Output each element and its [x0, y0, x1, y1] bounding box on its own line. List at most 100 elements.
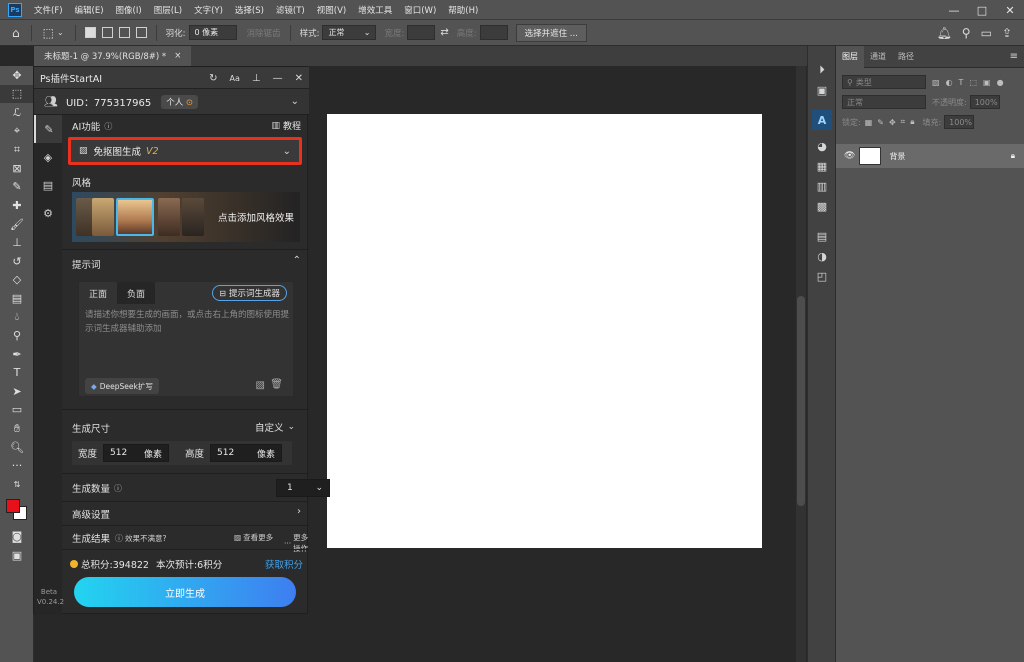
frame-tool-icon[interactable]: ⊠: [0, 159, 34, 178]
swap-icon[interactable]: ⇄: [440, 27, 448, 38]
workspace-icon[interactable]: ▭: [981, 26, 992, 40]
generate-button[interactable]: 立即生成: [74, 577, 296, 607]
add-selection-icon[interactable]: [101, 27, 113, 38]
clone-stamp-icon[interactable]: ⊥: [0, 233, 34, 252]
chevron-right-icon[interactable]: ›: [297, 506, 301, 517]
properties-panel-icon[interactable]: ▤: [808, 226, 836, 246]
intersect-selection-icon[interactable]: [135, 27, 147, 38]
prompt-input[interactable]: 请描述你想要生成的画面，或点击右上角的图标使用提示词生成器辅助添加: [85, 308, 291, 336]
share-icon[interactable]: ⇪: [1002, 26, 1012, 40]
opacity-input[interactable]: 100%: [969, 95, 1000, 109]
eraser-tool-icon[interactable]: ◇: [0, 271, 34, 290]
prompt-generator-button[interactable]: ⊟ 提示词生成器: [212, 285, 287, 301]
marquee-tool-icon[interactable]: ⬚: [43, 26, 54, 40]
menu-item[interactable]: 增效工具: [352, 0, 398, 20]
count-select[interactable]: 1 ⌄: [276, 479, 330, 497]
menu-item[interactable]: 文件(F): [28, 0, 69, 20]
menu-item[interactable]: 图层(L): [148, 0, 188, 20]
antialias-checkbox[interactable]: 消除锯齿: [247, 27, 281, 39]
tutorial-link[interactable]: ▥ 教程: [271, 119, 301, 133]
view-more-link[interactable]: ▨ 查看更多: [234, 532, 273, 543]
scrollbar-thumb[interactable]: [797, 296, 805, 506]
eyedropper-tool-icon[interactable]: ✎: [0, 178, 34, 197]
history-panel-icon[interactable]: ⏵: [808, 60, 836, 80]
layers-icon[interactable]: ◈: [34, 143, 62, 171]
zoom-tool-icon[interactable]: 🔍︎: [0, 438, 34, 457]
layer-filter-select[interactable]: ⚲ 类型: [842, 75, 926, 89]
lock-pixels-icon[interactable]: ▦: [865, 118, 873, 127]
maximize-button[interactable]: □: [968, 4, 996, 17]
bell-icon[interactable]: 🔔︎: [937, 26, 952, 40]
menu-item[interactable]: 文字(Y): [188, 0, 229, 20]
filter-toggle-icon[interactable]: ●: [997, 78, 1004, 87]
trash-icon[interactable]: 🗑︎: [270, 379, 283, 390]
eye-icon[interactable]: 👁︎: [844, 151, 855, 161]
info-icon[interactable]: ⓘ: [114, 483, 122, 494]
home-icon[interactable]: ⌂: [12, 26, 20, 40]
tab-paths[interactable]: 路径: [892, 46, 920, 68]
lasso-tool-icon[interactable]: ℒ: [0, 103, 34, 122]
chevron-down-icon[interactable]: ⌄: [291, 96, 299, 107]
menu-item[interactable]: 滤镜(T): [270, 0, 311, 20]
fill-input[interactable]: 100%: [944, 115, 975, 129]
style-banner[interactable]: 点击添加风格效果: [72, 192, 300, 242]
libraries-panel-icon[interactable]: ◰: [808, 266, 836, 286]
startai-panel-icon[interactable]: A: [812, 110, 832, 130]
layer-row-background[interactable]: 👁︎ 背景 🔒︎: [836, 144, 1024, 168]
pixel-filter-icon[interactable]: ▨: [932, 78, 940, 87]
new-selection-icon[interactable]: [84, 27, 96, 38]
adjustments-panel-icon[interactable]: ◑: [808, 246, 836, 266]
panel-menu-icon[interactable]: ≡: [1010, 51, 1018, 62]
pin-icon[interactable]: ⊥: [252, 73, 261, 84]
subtract-selection-icon[interactable]: [118, 27, 130, 38]
refresh-icon[interactable]: ↻: [209, 73, 217, 84]
chevron-down-icon[interactable]: ⌄: [57, 28, 64, 37]
lock-all-icon[interactable]: 🔒︎: [910, 117, 914, 127]
ai-function-select[interactable]: ▨ 免抠图生成 V2 ⌄: [68, 137, 302, 165]
patterns-panel-icon[interactable]: ▩: [808, 196, 836, 216]
deepseek-expand-button[interactable]: ◆ DeepSeek扩写: [85, 378, 159, 394]
photoshop-logo-icon[interactable]: Ps: [8, 2, 22, 17]
feather-input[interactable]: 0 像素: [188, 25, 237, 40]
edit-icon[interactable]: ✎: [34, 115, 62, 143]
document-icon[interactable]: ▤: [34, 171, 62, 199]
swatches-panel-icon[interactable]: ▦: [808, 156, 836, 176]
blur-tool-icon[interactable]: 💧︎: [0, 308, 34, 327]
color-panel-icon[interactable]: ◕: [808, 136, 836, 156]
unsatisfied-link[interactable]: 效果不满意?: [125, 533, 166, 544]
path-select-icon[interactable]: ➤: [0, 382, 34, 401]
more-tools-icon[interactable]: ···: [0, 456, 34, 475]
user-info-row[interactable]: 👥︎ UID：775317965 个人 ⊙ ⌄: [34, 89, 309, 115]
crop-tool-icon[interactable]: ⌗: [0, 140, 34, 159]
menu-item[interactable]: 帮助(H): [442, 0, 484, 20]
width-input[interactable]: 512 像素: [103, 444, 170, 462]
document-tab[interactable]: 未标题-1 @ 37.9%(RGB/8#) * ×: [34, 46, 192, 66]
brush-tool-icon[interactable]: 🖌︎: [0, 215, 34, 234]
healing-brush-icon[interactable]: ✚: [0, 196, 34, 215]
close-icon[interactable]: ✕: [295, 73, 303, 84]
font-size-icon[interactable]: Aa: [230, 74, 240, 83]
history-icon[interactable]: ▧: [256, 380, 265, 391]
hand-tool-icon[interactable]: ✋︎: [0, 419, 34, 438]
dodge-tool-icon[interactable]: ⚲: [0, 326, 34, 345]
menu-item[interactable]: 视图(V): [311, 0, 352, 20]
settings-icon[interactable]: ⚙: [34, 199, 62, 227]
chevron-up-icon[interactable]: ⌃: [293, 255, 301, 266]
history-brush-icon[interactable]: ↺: [0, 252, 34, 271]
swap-colors-icon[interactable]: ⇅: [0, 475, 34, 494]
get-points-link[interactable]: 获取积分: [265, 557, 303, 571]
document-canvas[interactable]: [327, 114, 762, 548]
menu-item[interactable]: 编辑(E): [69, 0, 110, 20]
select-and-mask-button[interactable]: 选择并遮住 ...: [515, 23, 587, 42]
style-select[interactable]: 正常 ⌄: [322, 25, 377, 40]
close-window-button[interactable]: ✕: [996, 4, 1024, 17]
menu-item[interactable]: 图像(I): [110, 0, 148, 20]
blend-mode-select[interactable]: 正常: [842, 95, 926, 109]
height-input[interactable]: 512 像素: [210, 444, 283, 462]
vertical-scrollbar[interactable]: [796, 66, 806, 662]
type-tool-icon[interactable]: T: [0, 364, 34, 383]
tab-positive[interactable]: 正面: [79, 282, 118, 304]
quick-select-tool-icon[interactable]: ⌖: [0, 122, 34, 141]
foreground-color-swatch[interactable]: [6, 498, 20, 513]
tab-negative[interactable]: 负面: [117, 282, 156, 304]
